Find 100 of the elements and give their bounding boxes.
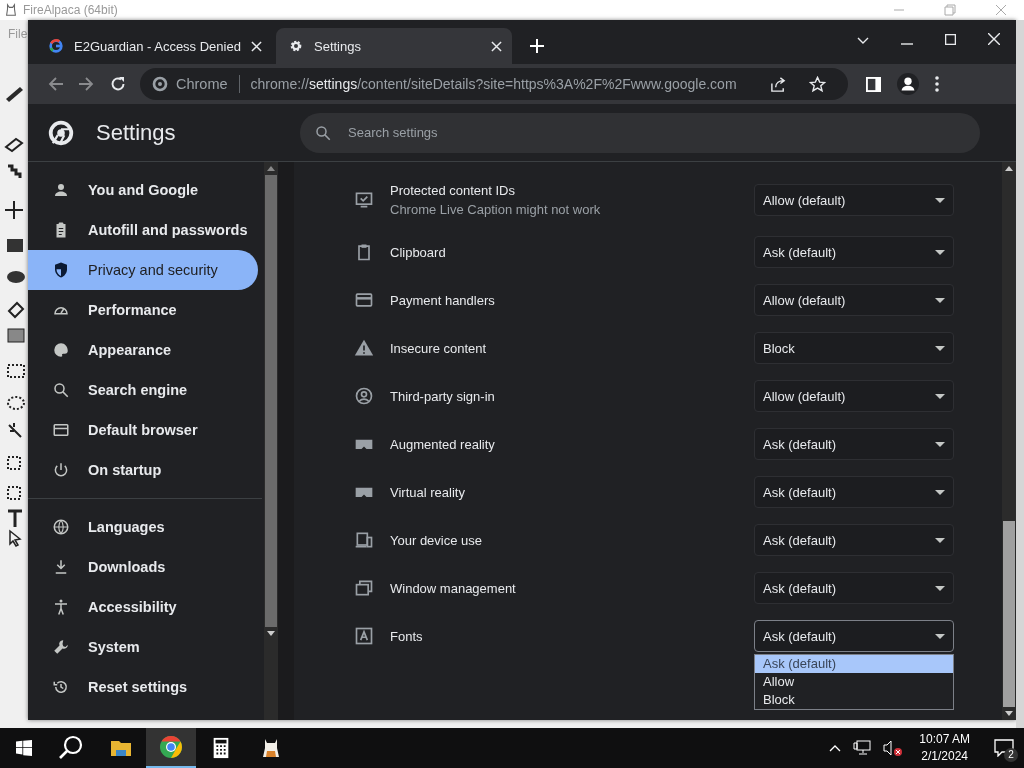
- permission-label: Third-party sign-in: [390, 388, 496, 404]
- muted-speaker-icon[interactable]: [883, 740, 904, 756]
- permission-dropdown[interactable]: Allow (default): [754, 380, 954, 412]
- palette-icon: [52, 341, 70, 359]
- page-title: Settings: [96, 119, 176, 146]
- sidebar-item[interactable]: You and Google: [28, 170, 258, 210]
- sidebar-item[interactable]: Reset settings: [28, 667, 258, 707]
- sidebar-item[interactable]: Languages: [28, 507, 258, 547]
- notifications-button[interactable]: 2: [984, 728, 1024, 768]
- google-g-icon: [48, 38, 64, 54]
- permission-label: Virtual reality: [390, 484, 466, 500]
- windows-start-icon[interactable]: [16, 740, 32, 756]
- person-circle-icon: [354, 386, 374, 406]
- app-title: FireAlpaca (64bit): [23, 3, 118, 17]
- side-panel-icon[interactable]: [866, 76, 881, 92]
- sidebar-item[interactable]: Downloads: [28, 547, 258, 587]
- globe-icon: [52, 518, 70, 536]
- permission-dropdown[interactable]: Ask (default): [754, 524, 954, 556]
- sidebar-item[interactable]: Appearance: [28, 330, 258, 370]
- permission-description: Chrome Live Caption might not work: [390, 202, 602, 217]
- notification-count: 2: [1004, 748, 1018, 762]
- caret-icon: [935, 537, 945, 543]
- chrome-logo-icon: [152, 76, 168, 92]
- sidebar-item[interactable]: On startup: [28, 450, 258, 490]
- scrollbar[interactable]: [1002, 162, 1016, 720]
- address-bar[interactable]: Chrome chrome://settings/content/siteDetails?site=https%3A%2F%2Fwww.google.com: [140, 68, 848, 100]
- site-label: Chrome: [176, 76, 228, 92]
- share-icon[interactable]: [770, 75, 787, 93]
- search-bar[interactable]: Search settings: [300, 112, 980, 153]
- chevron-up-icon[interactable]: [829, 744, 842, 752]
- message-icon: [994, 739, 1014, 757]
- profile-icon[interactable]: [897, 73, 919, 95]
- shield-icon: [52, 261, 70, 279]
- windows-icon: [354, 578, 374, 598]
- sidebar-item[interactable]: Privacy and security: [28, 250, 258, 290]
- sidebar-item[interactable]: Performance: [28, 290, 258, 330]
- sidebar-item[interactable]: Default browser: [28, 410, 258, 450]
- permission-label: Fonts: [390, 628, 424, 644]
- browser-window-icon: [52, 421, 70, 439]
- permission-label: Payment handlers: [390, 292, 496, 308]
- dropdown-option[interactable]: Block: [755, 691, 953, 709]
- scroll-down-icon[interactable]: [267, 631, 275, 636]
- permission-label: Clipboard: [390, 244, 447, 260]
- history-icon: [52, 678, 70, 696]
- permission-dropdown[interactable]: Ask (default): [754, 572, 954, 604]
- caret-icon: [935, 197, 945, 203]
- new-tab-icon[interactable]: [530, 39, 544, 53]
- reload-icon[interactable]: [110, 76, 126, 92]
- devices-icon: [354, 530, 374, 550]
- person-icon: [52, 181, 70, 199]
- permission-label: Protected content IDs: [390, 183, 516, 198]
- permission-dropdown[interactable]: Block: [754, 332, 954, 364]
- scroll-up-icon[interactable]: [267, 166, 275, 171]
- gear-icon: [288, 38, 304, 54]
- scroll-down-icon[interactable]: [1005, 711, 1013, 716]
- font-icon: [354, 626, 374, 646]
- permission-dropdown[interactable]: Allow (default): [754, 284, 954, 316]
- clock-time[interactable]: 10:07 AM: [919, 731, 970, 748]
- back-icon[interactable]: [48, 76, 64, 92]
- star-icon[interactable]: [809, 75, 826, 93]
- scroll-up-icon[interactable]: [1005, 166, 1013, 171]
- forward-icon[interactable]: [78, 76, 94, 92]
- caret-icon: [935, 393, 945, 399]
- caret-icon: [935, 345, 945, 351]
- search-field[interactable]: Search settings: [346, 124, 966, 141]
- permission-dropdown[interactable]: Ask (default): [754, 236, 954, 268]
- chrome-logo-icon: [48, 119, 74, 146]
- url-text: chrome://settings/content/siteDetails?site=https%3A%2F%2Fwww.google.com: [250, 76, 737, 92]
- credit-card-icon: [354, 290, 374, 310]
- power-icon: [52, 461, 70, 479]
- permission-dropdown[interactable]: Ask (default): [754, 620, 954, 652]
- search-icon: [314, 123, 332, 142]
- more-menu-icon[interactable]: [935, 76, 939, 92]
- sidebar-item[interactable]: Search engine: [28, 370, 258, 410]
- dropdown-option[interactable]: Allow: [755, 673, 953, 691]
- permission-label: Insecure content: [390, 340, 488, 356]
- browser-tab[interactable]: E2Guardian - Access Denied: [36, 28, 272, 64]
- caret-icon: [935, 297, 945, 303]
- warning-icon: [354, 338, 374, 358]
- monitor-check-icon: [354, 190, 374, 210]
- permission-dropdown[interactable]: Ask (default): [754, 476, 954, 508]
- sidebar-item[interactable]: System: [28, 627, 258, 667]
- caret-icon: [935, 585, 945, 591]
- permission-label: Augmented reality: [390, 436, 496, 452]
- chrome-logo-icon: [159, 735, 183, 759]
- network-icon[interactable]: [853, 740, 872, 756]
- sidebar-item[interactable]: Accessibility: [28, 587, 258, 627]
- browser-tab[interactable]: Settings: [276, 28, 512, 64]
- permission-dropdown[interactable]: Allow (default): [754, 184, 954, 216]
- permission-dropdown[interactable]: Ask (default): [754, 428, 954, 460]
- sidebar-item[interactable]: Autofill and passwords: [28, 210, 258, 250]
- permission-label: Window management: [390, 580, 517, 596]
- chevron-down-icon[interactable]: [857, 37, 869, 45]
- maximize-icon[interactable]: [945, 34, 956, 45]
- scrollbar[interactable]: [264, 162, 278, 720]
- accessibility-icon: [52, 598, 70, 616]
- permission-label: Your device use: [390, 532, 484, 548]
- clock-date[interactable]: 2/1/2024: [921, 748, 968, 765]
- dropdown-option[interactable]: Ask (default): [755, 655, 953, 673]
- taskbar-app[interactable]: [146, 728, 196, 768]
